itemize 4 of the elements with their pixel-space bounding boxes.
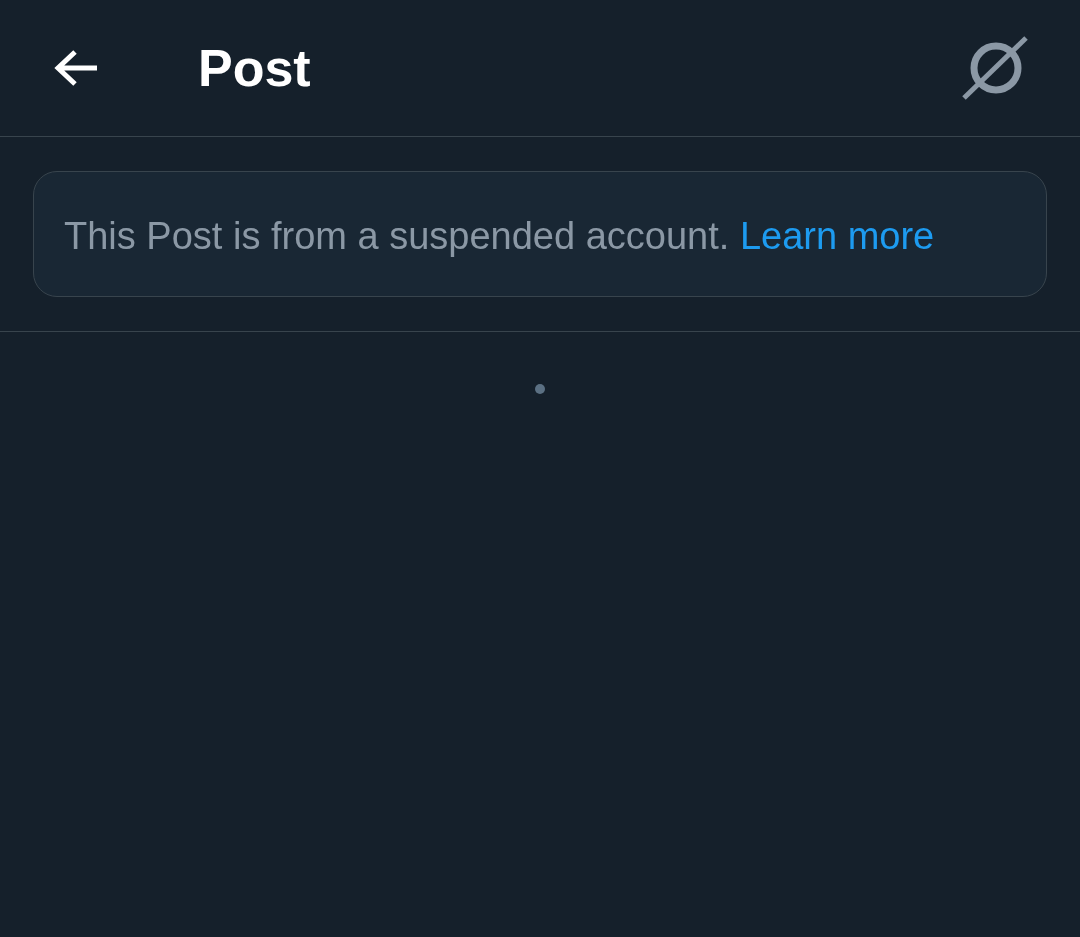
learn-more-link[interactable]: Learn more	[739, 215, 935, 257]
page-title: Post	[198, 38, 311, 99]
slashed-circle-icon[interactable]	[962, 36, 1028, 100]
suspended-notice: This Post is from a suspended account. Learn more	[64, 214, 936, 259]
